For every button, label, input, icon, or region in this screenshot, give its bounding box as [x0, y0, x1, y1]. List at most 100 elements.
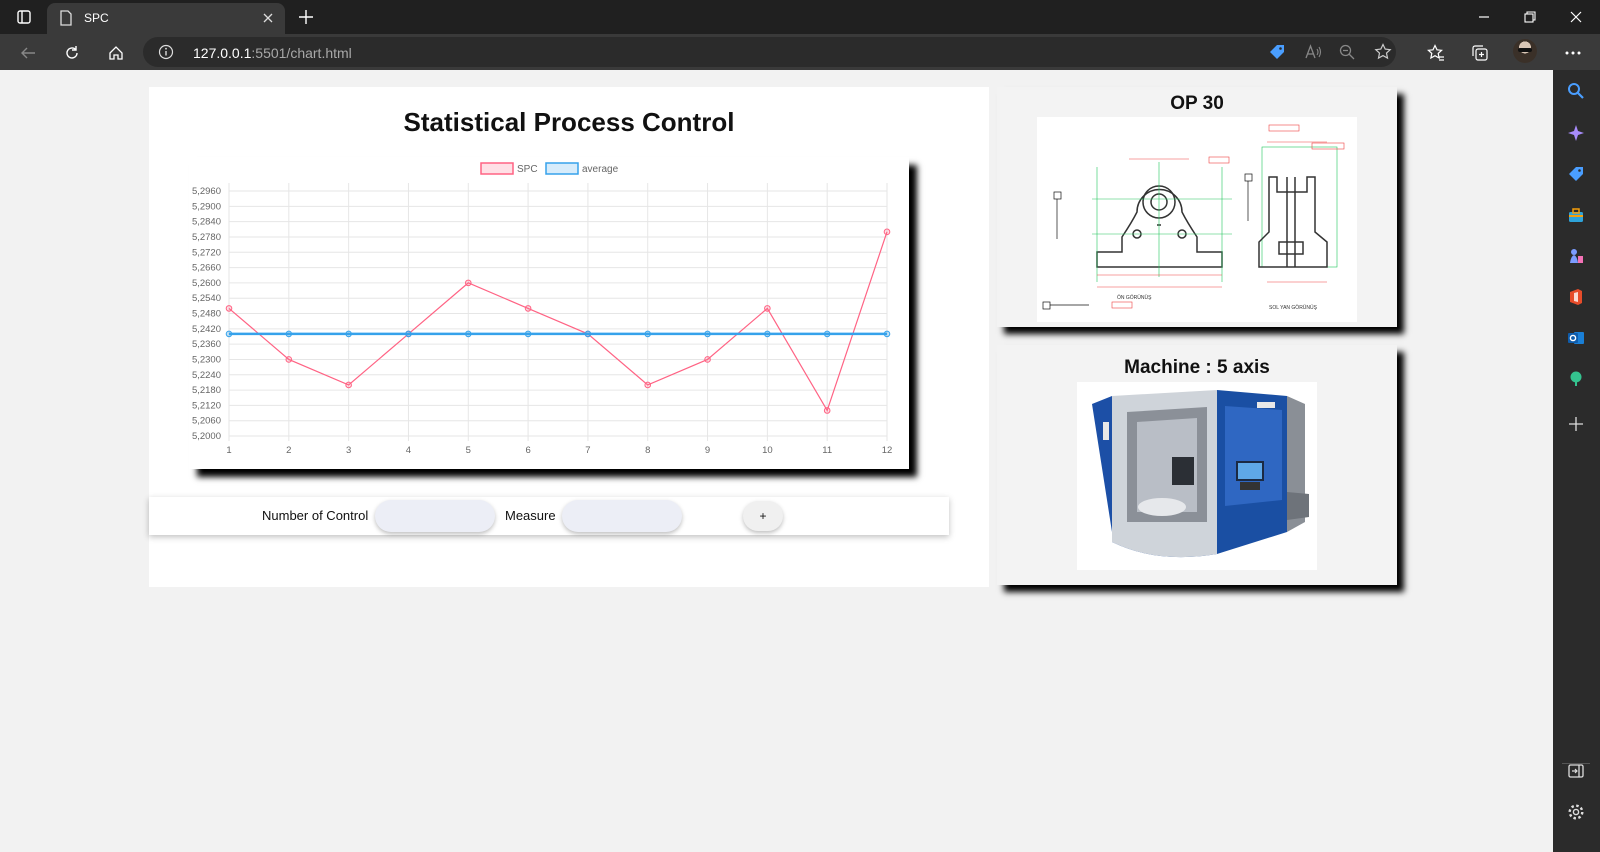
new-tab-button[interactable]	[294, 5, 318, 29]
x-tick-label: 6	[525, 445, 530, 456]
home-button[interactable]	[103, 40, 129, 66]
data-point-SPC[interactable]	[883, 228, 891, 236]
zoom-out-button[interactable]	[1336, 41, 1358, 63]
series-line-SPC	[228, 231, 888, 412]
data-point-SPC[interactable]	[764, 305, 771, 312]
x-tick-label: 4	[406, 445, 411, 456]
collections-icon	[1472, 45, 1488, 61]
spc-chart-card: SPC average 5,2960 5,2900 5,2840 5,2780 5,27…	[189, 157, 909, 469]
outlook-icon	[1568, 332, 1584, 344]
url-text: 127.0.0.1:5501/chart.html	[193, 45, 352, 61]
sidebar-hide-button[interactable]	[1565, 760, 1587, 782]
sidebar-tools-button[interactable]	[1565, 204, 1587, 226]
y-tick-label: 5,2960	[192, 186, 221, 197]
data-point-average[interactable]	[704, 330, 711, 338]
sidebar-add-button[interactable]	[1565, 413, 1587, 435]
legend-label-average: average	[582, 164, 619, 175]
data-point-average[interactable]	[764, 330, 771, 338]
number-of-control-input[interactable]	[375, 500, 495, 532]
y-tick-label: 5,2060	[192, 416, 221, 427]
data-point-average[interactable]	[883, 330, 891, 338]
read-aloud-button[interactable]	[1302, 41, 1324, 63]
profile-avatar[interactable]	[1513, 39, 1537, 63]
data-point-average[interactable]	[464, 330, 472, 338]
back-button[interactable]	[15, 40, 41, 66]
data-point-average[interactable]	[584, 330, 592, 338]
page-content: Statistical Process Control SPC average …	[0, 70, 1553, 852]
plus-icon	[1569, 417, 1583, 431]
data-point-average[interactable]	[524, 330, 532, 338]
add-measure-button[interactable]: +	[743, 501, 783, 531]
data-point-average[interactable]	[285, 330, 293, 338]
data-point-average[interactable]	[823, 330, 831, 338]
tab-close-button[interactable]	[259, 9, 277, 27]
address-bar[interactable]: 127.0.0.1:5501/chart.html	[143, 37, 1396, 67]
data-point-average[interactable]	[405, 330, 412, 338]
settings-more-button[interactable]	[1560, 40, 1586, 66]
data-point-SPC[interactable]	[704, 356, 711, 363]
search-icon	[1568, 83, 1584, 99]
machine-card: Machine : 5 axis	[997, 345, 1397, 585]
hide-sidebar-icon	[1568, 764, 1584, 778]
chess-piece-icon	[1570, 249, 1583, 263]
x-tick-label: 5	[466, 445, 471, 456]
sidebar-copilot-button[interactable]	[1565, 122, 1587, 144]
home-icon	[109, 46, 123, 60]
tab-title: SPC	[84, 11, 109, 25]
sidebar-settings-button[interactable]	[1565, 801, 1587, 823]
y-axis: 5,2960 5,2900 5,2840 5,2780 5,2720 5,2660 5,26…	[192, 186, 221, 442]
close-window-button[interactable]	[1564, 6, 1588, 28]
sidebar-shopping-button[interactable]	[1565, 163, 1587, 185]
front-view-label: ÖN GÖRÜNÜŞ	[1117, 294, 1152, 301]
x-tick-label: 3	[346, 445, 351, 456]
data-point-SPC[interactable]	[823, 407, 831, 414]
shopping-tag-button[interactable]	[1266, 41, 1288, 63]
x-tick-label: 12	[882, 445, 893, 456]
data-point-SPC[interactable]	[345, 381, 352, 389]
restore-button[interactable]	[1518, 6, 1542, 28]
tab-actions-button[interactable]	[8, 5, 40, 29]
y-tick-label: 5,2300	[192, 354, 221, 365]
sidebar-games-button[interactable]	[1565, 245, 1587, 267]
toolbox-icon	[1569, 208, 1583, 222]
data-point-SPC[interactable]	[225, 305, 233, 312]
collections-button[interactable]	[1467, 40, 1493, 66]
x-tick-label: 7	[585, 445, 590, 456]
favorites-button[interactable]	[1423, 40, 1449, 66]
refresh-icon	[66, 46, 78, 59]
data-point-SPC[interactable]	[644, 381, 652, 389]
sidebar-drop-button[interactable]	[1565, 368, 1587, 390]
legend-swatch-spc	[480, 162, 514, 175]
measure-input[interactable]	[562, 500, 682, 532]
more-icon	[1565, 51, 1581, 55]
data-point-average[interactable]	[225, 330, 233, 338]
machine-graphic	[1092, 390, 1309, 558]
data-point-average[interactable]	[345, 330, 352, 338]
sidebar-outlook-button[interactable]	[1565, 327, 1587, 349]
refresh-button[interactable]	[59, 40, 85, 66]
add-favorite-button[interactable]	[1372, 41, 1394, 63]
minimize-button[interactable]	[1472, 6, 1496, 28]
side-view-label: SOL YAN GÖRÜNÜŞ	[1269, 304, 1318, 311]
chart-grid	[228, 183, 888, 441]
sidebar-search-button[interactable]	[1565, 80, 1587, 102]
sidebar-office-button[interactable]	[1565, 286, 1587, 308]
op-card-title: OP 30	[1170, 93, 1224, 114]
machine-image	[1077, 382, 1317, 570]
data-point-SPC[interactable]	[285, 356, 293, 363]
tag-icon	[1270, 45, 1284, 59]
y-tick-label: 5,2600	[192, 278, 221, 289]
chart-series	[225, 228, 891, 414]
data-point-average[interactable]	[644, 330, 652, 338]
browser-tab[interactable]: SPC	[47, 3, 285, 34]
chart-legend: SPC average	[480, 162, 619, 175]
data-point-SPC[interactable]	[524, 305, 532, 312]
y-tick-label: 5,2780	[192, 232, 221, 243]
data-point-SPC[interactable]	[464, 279, 472, 287]
tab-bar: SPC	[0, 0, 1600, 34]
y-tick-label: 5,2720	[192, 247, 221, 258]
technical-drawing-graphic: ÖN GÖRÜNÜŞ SOL YAN GÖRÜNÜŞ	[1042, 124, 1345, 311]
y-tick-label: 5,2240	[192, 370, 221, 381]
close-icon	[263, 13, 273, 23]
office-icon	[1570, 289, 1582, 305]
